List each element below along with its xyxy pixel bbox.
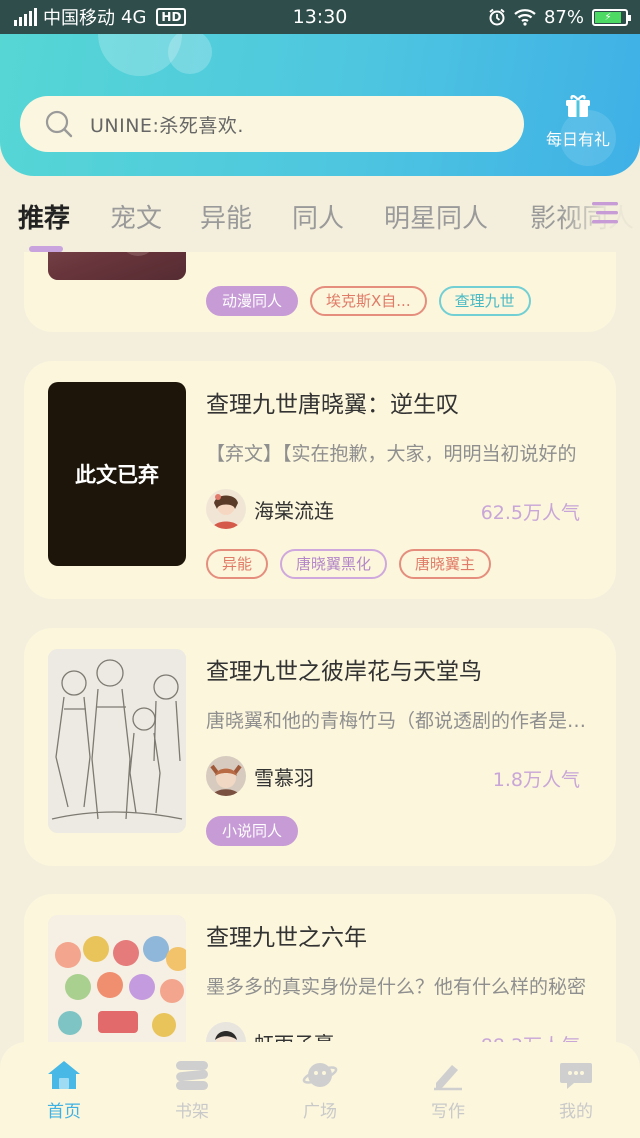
search-icon bbox=[45, 110, 73, 138]
tag[interactable]: 动漫同人 bbox=[206, 286, 299, 316]
nav-write[interactable]: 写作 bbox=[384, 1042, 512, 1138]
search-placeholder: UNINE:杀死喜欢. bbox=[90, 114, 244, 137]
tag-list: 小说同人 bbox=[206, 816, 299, 846]
nav-square[interactable]: 广场 bbox=[256, 1042, 384, 1138]
hd-badge: HD bbox=[156, 8, 187, 26]
tag[interactable]: 小说同人 bbox=[206, 816, 299, 846]
cover-text: 此文已弃 bbox=[75, 463, 159, 487]
gift-icon bbox=[566, 95, 590, 117]
author-name: 虹雨子豪 bbox=[254, 1028, 334, 1043]
nav-home-label: 首页 bbox=[47, 1101, 81, 1122]
chat-bubble-icon bbox=[560, 1062, 592, 1089]
nav-bookshelf[interactable]: 书架 bbox=[128, 1042, 256, 1138]
daily-gift-label: 每日有礼 bbox=[545, 130, 610, 149]
category-menu-icon[interactable] bbox=[588, 196, 622, 230]
author-name: 雪慕羽 bbox=[254, 765, 314, 790]
status-bar: 中国移动 4G HD 13:30 87% ⚡ bbox=[0, 0, 640, 34]
popularity-count: 62.5万人气 bbox=[480, 502, 580, 524]
tab-recommend[interactable]: 推荐 bbox=[18, 198, 70, 235]
sketch-cover-image bbox=[48, 649, 186, 833]
author-name: 海棠流连 bbox=[254, 498, 334, 523]
decor-bubble bbox=[168, 30, 212, 74]
popularity-count: 1.8万人气 bbox=[492, 769, 580, 791]
book-card[interactable]: 查理九世之彼岸花与天堂鸟 唐晓翼和他的青梅竹马（都说透剧的作者是坏人 雪慕羽 1… bbox=[24, 628, 616, 866]
nav-square-label: 广场 bbox=[303, 1101, 337, 1122]
book-card[interactable]: ✦ ✦ ✦ 动漫同人 埃克斯X自... 查理九世 bbox=[24, 252, 616, 332]
network-type: 4G bbox=[121, 6, 147, 28]
book-description: 墨多多的真实身份是什么？他有什么样的秘密 bbox=[206, 976, 587, 998]
wifi-icon bbox=[514, 9, 536, 26]
book-title[interactable]: 查理九世之彼岸花与天堂鸟 bbox=[206, 652, 482, 686]
header: 中国移动 4G HD 13:30 87% ⚡ UNINE:杀死喜欢. 每日有礼 bbox=[0, 0, 640, 176]
bookshelf-icon bbox=[176, 1060, 208, 1090]
book-title[interactable]: 查理九世唐晓翼：逆生叹 bbox=[206, 385, 459, 419]
carrier-name: 中国移动 bbox=[43, 8, 115, 29]
chibi-cover-image bbox=[48, 915, 186, 1042]
avatar bbox=[206, 756, 246, 796]
nav-me-label: 我的 bbox=[559, 1101, 593, 1122]
book-cover bbox=[48, 649, 186, 833]
signal-icon bbox=[14, 8, 37, 26]
author-row[interactable]: 海棠流连 bbox=[206, 489, 334, 529]
tag[interactable]: 异能 bbox=[206, 549, 269, 579]
book-cover: 此文已弃 bbox=[48, 382, 186, 566]
book-feed[interactable]: ✦ ✦ ✦ 动漫同人 埃克斯X自... 查理九世 此文已弃 查理九世唐晓翼：逆生… bbox=[0, 252, 640, 1042]
book-description: 唐晓翼和他的青梅竹马（都说透剧的作者是坏人 bbox=[206, 710, 596, 732]
tag[interactable]: 埃克斯X自... bbox=[310, 286, 427, 316]
nav-me[interactable]: 我的 bbox=[512, 1042, 640, 1138]
planet-icon bbox=[302, 1062, 338, 1087]
tab-pet-story[interactable]: 宠文 bbox=[110, 198, 162, 235]
status-time: 13:30 bbox=[292, 6, 348, 28]
book-description: 【弃文】【实在抱歉，大家，明明当初说好的 bbox=[206, 443, 577, 465]
battery-icon: ⚡ bbox=[592, 8, 631, 26]
tab-celebrity-fanfic[interactable]: 明星同人 bbox=[384, 198, 488, 235]
tag[interactable]: 唐晓翼主 bbox=[399, 549, 492, 579]
alarm-icon bbox=[489, 8, 505, 26]
avatar bbox=[206, 1022, 246, 1042]
book-cover: ✦ ✦ ✦ bbox=[48, 252, 186, 280]
tag[interactable]: 唐晓翼黑化 bbox=[280, 549, 388, 579]
pen-icon bbox=[434, 1064, 462, 1090]
tag[interactable]: 查理九世 bbox=[438, 286, 531, 316]
nav-write-label: 写作 bbox=[431, 1101, 465, 1122]
home-icon bbox=[48, 1060, 80, 1089]
book-card[interactable]: 查理九世之六年 墨多多的真实身份是什么？他有什么样的秘密 虹雨子豪 88.3万人… bbox=[24, 894, 616, 1042]
book-title[interactable]: 查理九世之六年 bbox=[206, 918, 367, 952]
avatar bbox=[206, 489, 246, 529]
nav-bookshelf-label: 书架 bbox=[175, 1101, 209, 1122]
daily-gift-button[interactable]: 每日有礼 bbox=[540, 92, 616, 156]
author-row[interactable]: 虹雨子豪 bbox=[206, 1022, 334, 1042]
nav-home[interactable]: 首页 bbox=[0, 1042, 128, 1138]
tag-list: 异能 唐晓翼黑化 唐晓翼主 bbox=[206, 549, 492, 579]
book-card[interactable]: 此文已弃 查理九世唐晓翼：逆生叹 【弃文】【实在抱歉，大家，明明当初说好的 海棠… bbox=[24, 361, 616, 599]
tab-fanfic[interactable]: 同人 bbox=[292, 198, 344, 235]
search-input[interactable]: UNINE:杀死喜欢. bbox=[20, 96, 524, 152]
popularity-count: 88.3万人气 bbox=[481, 1031, 580, 1042]
tab-supernatural[interactable]: 异能 bbox=[200, 198, 252, 235]
tag-list: 动漫同人 埃克斯X自... 查理九世 bbox=[206, 286, 531, 316]
author-row[interactable]: 雪慕羽 bbox=[206, 756, 314, 796]
book-cover bbox=[48, 915, 186, 1042]
cover-art-image: ✦ ✦ ✦ bbox=[48, 252, 186, 280]
category-tabs: 推荐 宠文 异能 同人 明星同人 影视同人 bbox=[0, 180, 640, 252]
bottom-navigation: 首页 书架 广场 写作 我的 bbox=[0, 1042, 640, 1138]
battery-percent: 87% bbox=[543, 6, 584, 28]
